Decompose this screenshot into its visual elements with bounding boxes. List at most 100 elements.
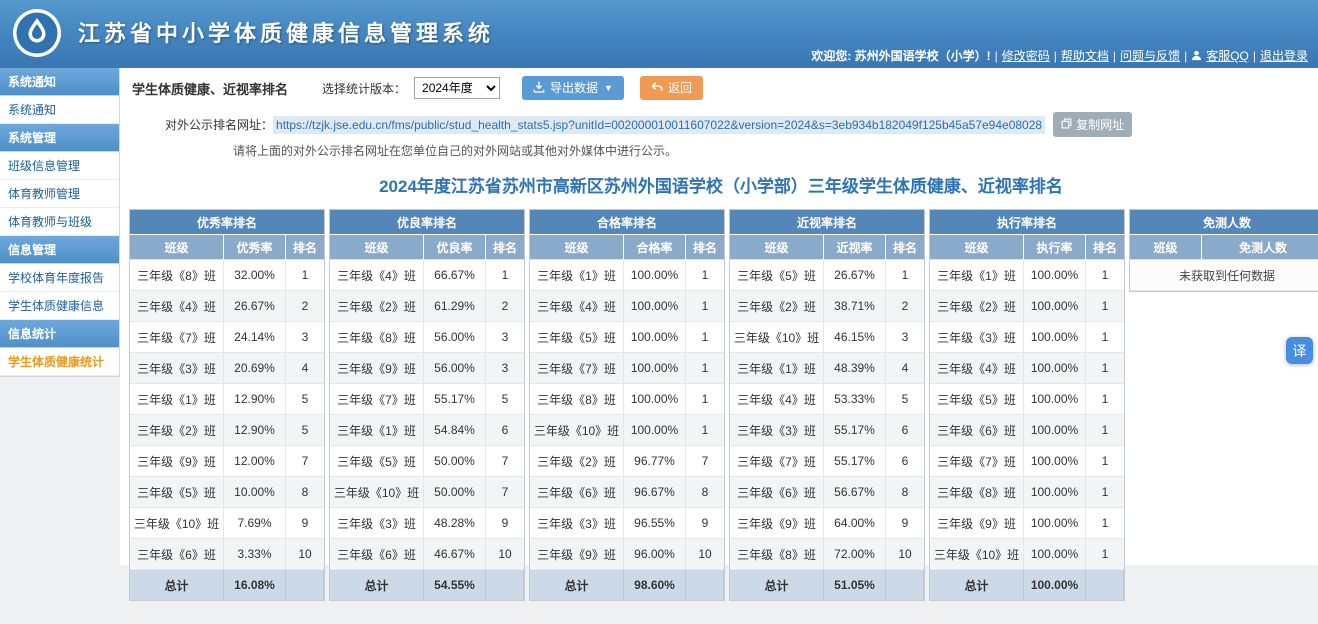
table-cell: 三年级《5》班 xyxy=(530,322,624,353)
table-cell: 三年级《6》班 xyxy=(730,477,824,508)
column-header: 免测人数 xyxy=(1202,235,1318,260)
table-cell: 100.00% xyxy=(1024,415,1086,446)
table-cell: 54.84% xyxy=(424,415,486,446)
rank-table-2: 优良率排名班级优良率排名三年级《4》班66.67%1三年级《2》班61.29%2… xyxy=(329,209,525,601)
page-title: 学生体质健康、近视率排名 xyxy=(132,79,288,98)
header-links: 欢迎您: 苏州外国语学校（小学）!|修改密码|帮助文档|问题与反馈|客服QQ|退… xyxy=(811,47,1308,64)
total-cell: 总计 xyxy=(130,570,224,600)
column-header: 优秀率 xyxy=(224,235,286,260)
header-link-5[interactable]: 退出登录 xyxy=(1260,47,1308,64)
table-cell: 1 xyxy=(1086,260,1124,291)
table-cell: 38.71% xyxy=(824,291,886,322)
table-title: 合格率排名 xyxy=(530,210,724,235)
sidebar-item[interactable]: 学生体质健康统计 xyxy=(0,348,119,376)
copy-url-label: 复制网址 xyxy=(1076,116,1124,133)
table-cell: 56.00% xyxy=(424,322,486,353)
table-row: 三年级《6》班46.67%10 xyxy=(330,539,524,570)
version-select-label: 选择统计版本： xyxy=(322,80,406,97)
table-cell: 1 xyxy=(686,260,724,291)
table-row: 三年级《9》班56.00%3 xyxy=(330,353,524,384)
back-button[interactable]: 返回 xyxy=(640,76,703,100)
total-cell: 98.60% xyxy=(624,570,686,600)
link-separator: | xyxy=(1184,49,1187,63)
table-cell: 26.67% xyxy=(824,260,886,291)
table-row: 三年级《10》班7.69%9 xyxy=(130,508,324,539)
sidebar-item[interactable]: 学生体质健康信息 xyxy=(0,292,119,320)
table-cell: 1 xyxy=(686,353,724,384)
header-link-1[interactable]: 修改密码 xyxy=(1002,47,1050,64)
table-title: 执行率排名 xyxy=(930,210,1124,235)
table-cell: 46.15% xyxy=(824,322,886,353)
table-cell: 9 xyxy=(886,508,924,539)
table-cell: 100.00% xyxy=(1024,353,1086,384)
total-cell: 100.00% xyxy=(1024,570,1086,600)
table-row: 三年级《9》班12.00%7 xyxy=(130,446,324,477)
table-column-header-row: 班级执行率排名 xyxy=(930,235,1124,260)
table-row: 三年级《6》班3.33%10 xyxy=(130,539,324,570)
table-row: 三年级《3》班100.00%1 xyxy=(930,322,1124,353)
table-row: 三年级《9》班64.00%9 xyxy=(730,508,924,539)
version-select[interactable]: 2024年度 xyxy=(414,77,500,99)
total-cell xyxy=(1086,570,1124,600)
table-cell: 48.28% xyxy=(424,508,486,539)
copy-url-button[interactable]: 复制网址 xyxy=(1053,112,1132,137)
table-total-row: 总计16.08% xyxy=(130,570,324,600)
sidebar-item[interactable]: 体育教师与班级 xyxy=(0,208,119,236)
table-cell: 10 xyxy=(686,539,724,570)
sidebar-item[interactable]: 系统通知 xyxy=(0,96,119,124)
table-title-row: 近视率排名 xyxy=(730,210,924,235)
table-cell: 96.77% xyxy=(624,446,686,477)
table-row: 三年级《5》班50.00%7 xyxy=(330,446,524,477)
table-row: 三年级《8》班56.00%3 xyxy=(330,322,524,353)
export-data-label: 导出数据 xyxy=(550,82,598,94)
publish-hint: 请将上面的对外公示排名网址在您单位自己的对外网站或其他对外媒体中进行公示。 xyxy=(233,142,1318,159)
column-header: 执行率 xyxy=(1024,235,1086,260)
sidebar-section-header: 信息统计 xyxy=(0,320,119,348)
translate-float-button[interactable]: 译 xyxy=(1286,337,1313,364)
header-link-2[interactable]: 帮助文档 xyxy=(1061,47,1109,64)
table-cell: 三年级《9》班 xyxy=(730,508,824,539)
table-cell: 三年级《8》班 xyxy=(130,260,224,291)
table-row: 三年级《4》班26.67%2 xyxy=(130,291,324,322)
table-row: 三年级《2》班96.77%7 xyxy=(530,446,724,477)
public-url-row: 对外公示排名网址： https://tzjk.jse.edu.cn/fms/pu… xyxy=(165,112,1318,137)
table-cell: 100.00% xyxy=(1024,291,1086,322)
header-link-4[interactable]: 客服QQ xyxy=(1206,47,1249,64)
table-cell: 4 xyxy=(886,353,924,384)
table-row: 三年级《7》班100.00%1 xyxy=(530,353,724,384)
app-header: 江苏省中小学体质健康信息管理系统 欢迎您: 苏州外国语学校（小学）!|修改密码|… xyxy=(0,0,1318,68)
table-cell: 53.33% xyxy=(824,384,886,415)
table-empty-row: 未获取到任何数据 xyxy=(1130,260,1318,291)
table-row: 三年级《7》班100.00%1 xyxy=(930,446,1124,477)
table-cell: 8 xyxy=(886,477,924,508)
table-cell: 1 xyxy=(886,260,924,291)
sidebar-item[interactable]: 体育教师管理 xyxy=(0,180,119,208)
table-cell: 三年级《6》班 xyxy=(530,477,624,508)
table-column-header-row: 班级优良率排名 xyxy=(330,235,524,260)
table-cell: 三年级《9》班 xyxy=(530,539,624,570)
table-cell: 三年级《4》班 xyxy=(730,384,824,415)
table-cell: 三年级《3》班 xyxy=(130,353,224,384)
public-url-label: 对外公示排名网址： xyxy=(165,116,273,133)
table-cell: 100.00% xyxy=(624,291,686,322)
table-cell: 三年级《8》班 xyxy=(530,384,624,415)
table-cell: 三年级《6》班 xyxy=(930,415,1024,446)
table-cell: 三年级《1》班 xyxy=(530,260,624,291)
table-cell: 100.00% xyxy=(1024,477,1086,508)
table-cell: 5 xyxy=(286,415,324,446)
table-cell: 三年级《3》班 xyxy=(730,415,824,446)
public-url-link[interactable]: https://tzjk.jse.edu.cn/fms/public/stud_… xyxy=(273,116,1045,134)
total-cell: 总计 xyxy=(730,570,824,600)
sidebar-section-header: 信息管理 xyxy=(0,236,119,264)
table-cell: 三年级《2》班 xyxy=(330,291,424,322)
export-data-button[interactable]: 导出数据 ▼ xyxy=(522,76,624,100)
table-cell: 61.29% xyxy=(424,291,486,322)
sidebar-item[interactable]: 学校体育年度报告 xyxy=(0,264,119,292)
header-link-3[interactable]: 问题与反馈 xyxy=(1120,47,1180,64)
table-cell: 1 xyxy=(1086,477,1124,508)
table-row: 三年级《6》班100.00%1 xyxy=(930,415,1124,446)
rank-table-5: 执行率排名班级执行率排名三年级《1》班100.00%1三年级《2》班100.00… xyxy=(929,209,1125,601)
sidebar-item[interactable]: 班级信息管理 xyxy=(0,152,119,180)
table-row: 三年级《2》班61.29%2 xyxy=(330,291,524,322)
table-cell: 1 xyxy=(686,322,724,353)
